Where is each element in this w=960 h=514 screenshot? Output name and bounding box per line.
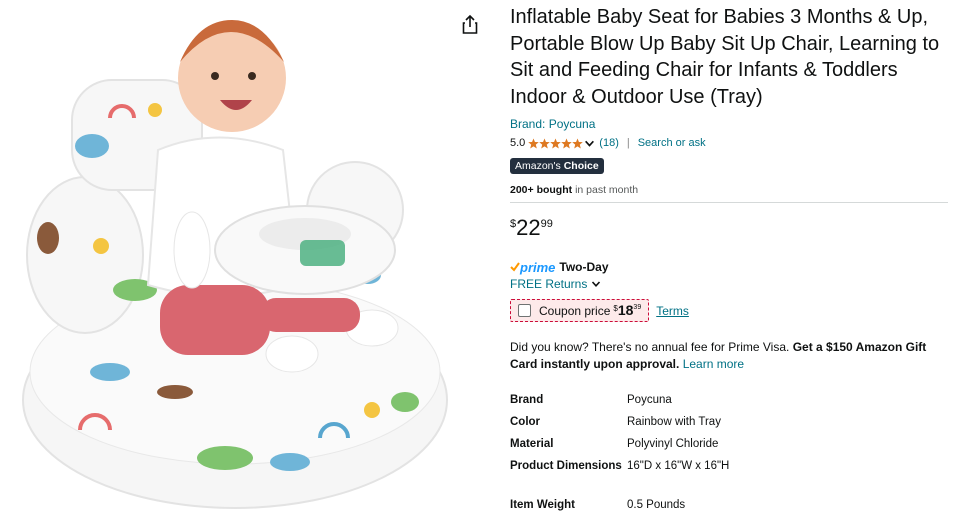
spec-value: Rainbow with Tray xyxy=(627,416,721,428)
learn-more-link[interactable]: Learn more xyxy=(683,357,744,371)
bought-bold: 200+ bought xyxy=(510,184,573,196)
spec-key: Item Weight xyxy=(510,499,575,511)
spec-value: 16"D x 16"W x 16"H xyxy=(627,460,730,472)
coupon-label: Coupon price xyxy=(539,303,611,318)
table-row: Product Dimensions 16"D x 16"W x 16"H xyxy=(510,458,729,497)
amazons-choice-badge: Amazon's Choice xyxy=(510,158,604,174)
share-icon[interactable] xyxy=(459,14,481,36)
coupon-checkbox[interactable] xyxy=(518,304,531,317)
chevron-down-icon[interactable] xyxy=(584,138,595,149)
bought-rest: in past month xyxy=(575,184,639,196)
free-returns[interactable]: FREE Returns xyxy=(510,277,950,291)
product-title: Inflatable Baby Seat for Babies 3 Months… xyxy=(510,6,940,108)
coupon-box[interactable]: Coupon price $ 18 39 xyxy=(510,299,650,322)
coupon-row: Coupon price $ 18 39 Terms xyxy=(510,299,950,322)
prime-visa-promo: Did you know? There's no annual fee for … xyxy=(510,339,950,373)
coupon-price-fraction: 39 xyxy=(633,304,642,311)
free-returns-label: FREE Returns xyxy=(510,277,588,291)
prime-logo: prime xyxy=(510,260,555,275)
prime-delivery: prime Two-Day xyxy=(510,259,950,275)
star-icon xyxy=(572,137,584,148)
rating-row: 5.0 (18) | Search or ask xyxy=(510,135,950,151)
star-icon xyxy=(550,137,562,148)
spec-key: Color xyxy=(510,416,541,428)
product-details: Inflatable Baby Seat for Babies 3 Months… xyxy=(510,0,950,514)
table-row: Item Weight 0.5 Pounds xyxy=(510,497,729,514)
bought-count: 200+ bought in past month xyxy=(510,184,950,196)
table-row: Material Polyvinyl Chloride xyxy=(510,436,729,458)
price: $ 22 99 xyxy=(510,216,950,244)
price-whole: 22 xyxy=(516,215,541,240)
coupon-price: $ 18 39 xyxy=(613,303,641,318)
rating-count-link[interactable]: (18) xyxy=(599,137,619,149)
prime-speed: Two-Day xyxy=(559,260,609,274)
spec-value: Polyvinyl Chloride xyxy=(627,438,719,450)
price-fraction: 99 xyxy=(540,218,553,230)
star-icon xyxy=(539,137,551,148)
table-row: Brand Poycuna xyxy=(510,392,729,414)
terms-link[interactable]: Terms xyxy=(656,304,689,318)
brand-link[interactable]: Brand: Poycuna xyxy=(510,117,950,131)
product-specs-table: Brand Poycuna Color Rainbow with Tray Ma… xyxy=(510,392,729,514)
rating-value: 5.0 xyxy=(510,137,526,149)
prime-label: prime xyxy=(520,259,556,275)
separator: | xyxy=(626,137,630,149)
inflatable-seat-illustration xyxy=(22,20,448,509)
spec-value: 0.5 Pounds xyxy=(627,499,686,511)
search-or-ask-link[interactable]: Search or ask xyxy=(638,137,706,149)
spec-value: Poycuna xyxy=(627,394,672,406)
star-icon xyxy=(528,137,540,148)
spec-key: Material xyxy=(510,438,554,450)
spec-key: Product Dimensions xyxy=(510,460,622,472)
badge-suffix: Choice xyxy=(563,160,599,172)
rating-stars[interactable] xyxy=(528,137,584,149)
spec-key: Brand xyxy=(510,394,544,406)
promo-text: Did you know? There's no annual fee for … xyxy=(510,340,790,354)
coupon-price-whole: 18 xyxy=(617,302,634,318)
prime-check-icon xyxy=(510,262,520,272)
star-icon xyxy=(561,137,573,148)
product-image[interactable] xyxy=(0,0,490,514)
table-row: Color Rainbow with Tray xyxy=(510,414,729,436)
badge-prefix: Amazon's xyxy=(515,160,561,172)
chevron-down-icon xyxy=(592,281,601,287)
divider xyxy=(510,202,948,203)
